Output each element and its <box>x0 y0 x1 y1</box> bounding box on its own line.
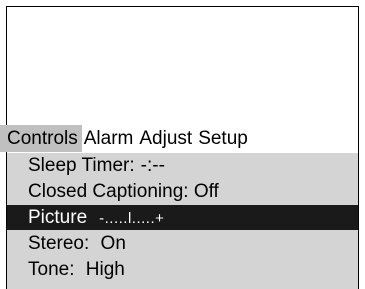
menu-tab-bar: Controls Alarm Adjust Setup <box>0 125 358 152</box>
tone-label: Tone: <box>28 259 75 280</box>
tab-adjust[interactable]: Adjust <box>137 125 196 152</box>
tone-value: High <box>85 259 125 280</box>
tab-setup[interactable]: Setup <box>196 125 252 152</box>
menu-item-tone[interactable]: Tone: High <box>7 257 358 282</box>
menu-item-picture[interactable]: Picture -.....l.....+ <box>7 205 358 230</box>
menu-item-sleep-timer[interactable]: Sleep Timer: -:-- <box>7 153 358 178</box>
closed-captioning-label: Closed Captioning: <box>28 181 189 202</box>
menu-item-closed-captioning[interactable]: Closed Captioning: Off <box>7 179 358 204</box>
picture-label: Picture <box>28 207 88 228</box>
controls-menu: Sleep Timer: -:-- Closed Captioning: Off … <box>7 153 358 289</box>
tab-alarm[interactable]: Alarm <box>82 125 138 152</box>
sleep-timer-value: -:-- <box>140 155 165 176</box>
picture-slider[interactable]: -.....l.....+ <box>99 210 164 227</box>
tab-controls[interactable]: Controls <box>0 125 82 152</box>
sleep-timer-label: Sleep Timer: <box>28 155 135 176</box>
stereo-label: Stereo: <box>28 233 90 254</box>
closed-captioning-value: Off <box>193 181 219 202</box>
menu-item-stereo[interactable]: Stereo: On <box>7 231 358 256</box>
stereo-value: On <box>100 233 126 254</box>
